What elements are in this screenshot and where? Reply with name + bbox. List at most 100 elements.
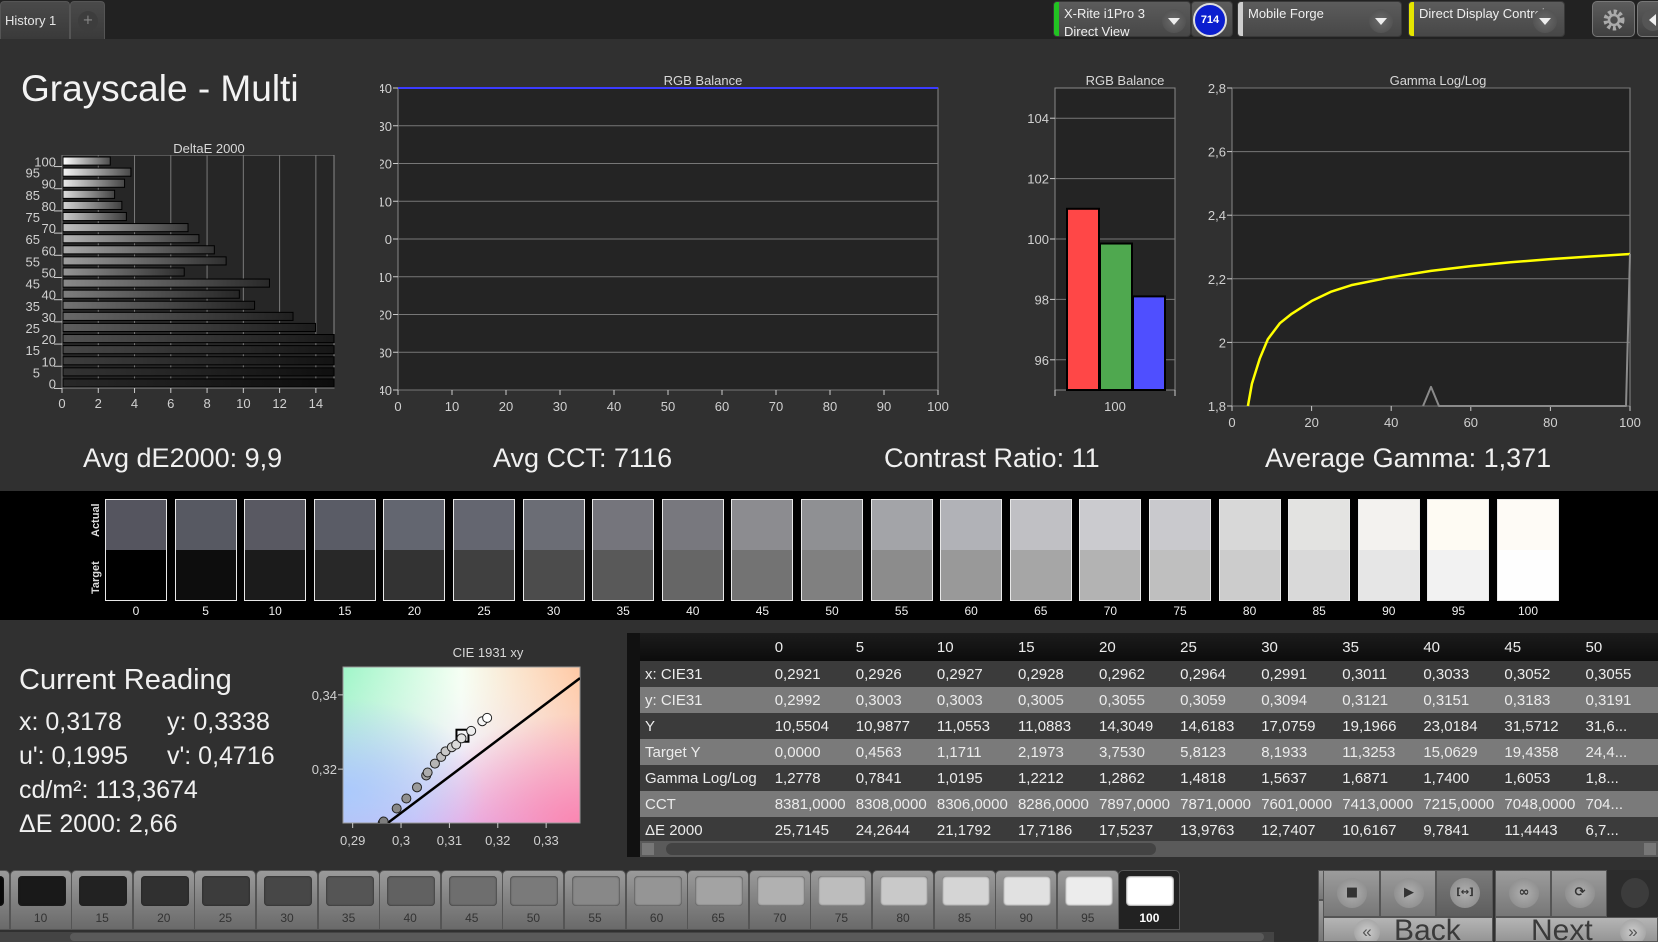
deltae-bar	[62, 322, 317, 333]
table-corner	[640, 633, 770, 661]
generator-dropdown[interactable]: Mobile Forge	[1237, 1, 1402, 37]
swatch-35	[592, 499, 655, 601]
swatch-label: 80	[1242, 604, 1257, 618]
patch-40[interactable]: 40	[379, 870, 442, 930]
avg-gamma-summary: Average Gamma: 1,371	[1265, 443, 1552, 473]
meter-status-stripe	[1054, 2, 1059, 36]
meter-dropdown[interactable]: X-Rite i1Pro 3 Direct View	[1053, 1, 1191, 39]
patch-20[interactable]: 20	[132, 870, 195, 930]
settings-button[interactable]	[1592, 1, 1635, 37]
y-tick-label: 75	[26, 210, 40, 225]
swatch-25	[453, 499, 515, 601]
patch-60[interactable]: 60	[625, 870, 688, 930]
column-header[interactable]: 0	[769, 633, 851, 661]
back-button[interactable]: « Back	[1323, 917, 1493, 942]
chevron-down-icon	[1162, 9, 1186, 33]
column-header[interactable]: 45	[1499, 633, 1581, 661]
column-header[interactable]: 35	[1337, 633, 1419, 661]
table-cell: 31,6...	[1580, 713, 1658, 739]
patch-30[interactable]: 30	[256, 870, 318, 930]
measurement-point	[456, 733, 467, 744]
patch-80[interactable]: 80	[872, 870, 934, 930]
column-header[interactable]: 10	[931, 633, 1013, 661]
refresh-button[interactable]: ⟳	[1551, 870, 1607, 917]
rgb-balance-line-chart: 403020100-10-20-30-400102030405060708090…	[380, 82, 949, 414]
swatch-85	[1288, 499, 1351, 601]
patch-55[interactable]: 55	[564, 870, 626, 930]
target-color	[245, 550, 306, 600]
patch-25[interactable]: 25	[194, 870, 257, 930]
column-header[interactable]: 15	[1012, 633, 1095, 661]
scrollbar-thumb[interactable]	[666, 843, 1156, 855]
patch-45[interactable]: 45	[440, 870, 503, 930]
display-control-dropdown[interactable]: Direct Display Control	[1408, 1, 1565, 37]
scrollbar-thumb[interactable]	[70, 933, 1264, 941]
swatch-90	[1357, 499, 1420, 601]
meter-badge[interactable]: 714	[1193, 3, 1227, 37]
column-header[interactable]: 30	[1256, 633, 1338, 661]
patch-5[interactable]	[0, 870, 10, 930]
row-header: Gamma Log/Log	[640, 765, 770, 791]
measurement-point	[422, 767, 433, 778]
patch-color	[79, 876, 128, 906]
patch-70[interactable]: 70	[748, 870, 811, 930]
column-header[interactable]: 40	[1418, 633, 1500, 661]
patch-75[interactable]: 75	[810, 870, 873, 930]
continuous-button[interactable]: ∞	[1495, 870, 1551, 917]
column-header[interactable]: 50	[1580, 633, 1658, 661]
patch-95[interactable]: 95	[1056, 870, 1119, 930]
swatch-60	[940, 499, 1003, 601]
x-tick-label: 70	[769, 399, 783, 414]
patch-color	[880, 876, 928, 906]
collapse-panel-button[interactable]	[1637, 1, 1658, 37]
deltae-bar	[62, 167, 132, 177]
fit-button[interactable]: [↔]	[1436, 870, 1493, 917]
table-horizontal-scrollbar[interactable]	[640, 841, 1658, 857]
patch-50[interactable]: 50	[502, 870, 565, 930]
patch-90[interactable]: 90	[995, 870, 1058, 930]
patch-label: 15	[95, 911, 109, 925]
x-tick-label: 30	[553, 399, 567, 414]
table-cell: 17,5237	[1094, 817, 1176, 843]
stop-button[interactable]: ■	[1323, 870, 1380, 917]
column-header[interactable]: 5	[850, 633, 932, 661]
deltae-bar	[62, 289, 240, 299]
record-button[interactable]	[1607, 870, 1658, 917]
patch-15[interactable]: 15	[71, 870, 134, 930]
table-cell: 7601,0000	[1256, 791, 1338, 817]
x-tick-label: 40	[607, 399, 621, 414]
target-color	[106, 550, 166, 600]
current-reading-title: Current Reading	[19, 664, 232, 696]
actual-color	[1428, 500, 1489, 550]
scroll-left-icon[interactable]	[642, 843, 654, 855]
play-button[interactable]: ▶	[1380, 870, 1436, 917]
patch-scrollbar[interactable]	[0, 932, 1274, 942]
add-tab-button[interactable]: +	[70, 1, 105, 39]
table-cell: 12,7407	[1256, 817, 1338, 843]
x-tick-label: 60	[1464, 415, 1478, 430]
deltae-bar	[62, 234, 200, 244]
deltae-bar	[62, 245, 215, 255]
avg-de-summary: Avg dE2000: 9,9	[83, 443, 283, 473]
table-cell: 8286,0000	[1012, 791, 1095, 817]
avg-cct-summary: Avg CCT: 7116	[493, 443, 673, 473]
patch-85[interactable]: 85	[933, 870, 996, 930]
scroll-right-icon[interactable]	[1644, 843, 1656, 855]
double-chevron-right-icon: »	[1620, 919, 1646, 941]
x-tick-label: 80	[1543, 415, 1557, 430]
table-row: Gamma Log/Log 1,2778 0,7841 1,0195 1,2212 1,2…	[640, 765, 1658, 791]
table-cell: 1,6871	[1337, 765, 1419, 791]
table-cell: 7215,0000	[1418, 791, 1500, 817]
table-cell: 0,3005	[1012, 687, 1095, 713]
patch-65[interactable]: 65	[687, 870, 750, 930]
patch-label: 90	[1019, 911, 1033, 925]
column-header[interactable]: 25	[1175, 633, 1257, 661]
patch-100[interactable]: 100	[1118, 870, 1181, 930]
next-button[interactable]: Next »	[1495, 917, 1658, 942]
column-header[interactable]: 20	[1094, 633, 1176, 661]
swatch-0	[105, 499, 167, 601]
patch-35[interactable]: 35	[317, 870, 380, 930]
swatch-65	[1009, 499, 1072, 601]
patch-10[interactable]: 10	[9, 870, 72, 930]
tab-history-1[interactable]: History 1	[0, 1, 70, 39]
